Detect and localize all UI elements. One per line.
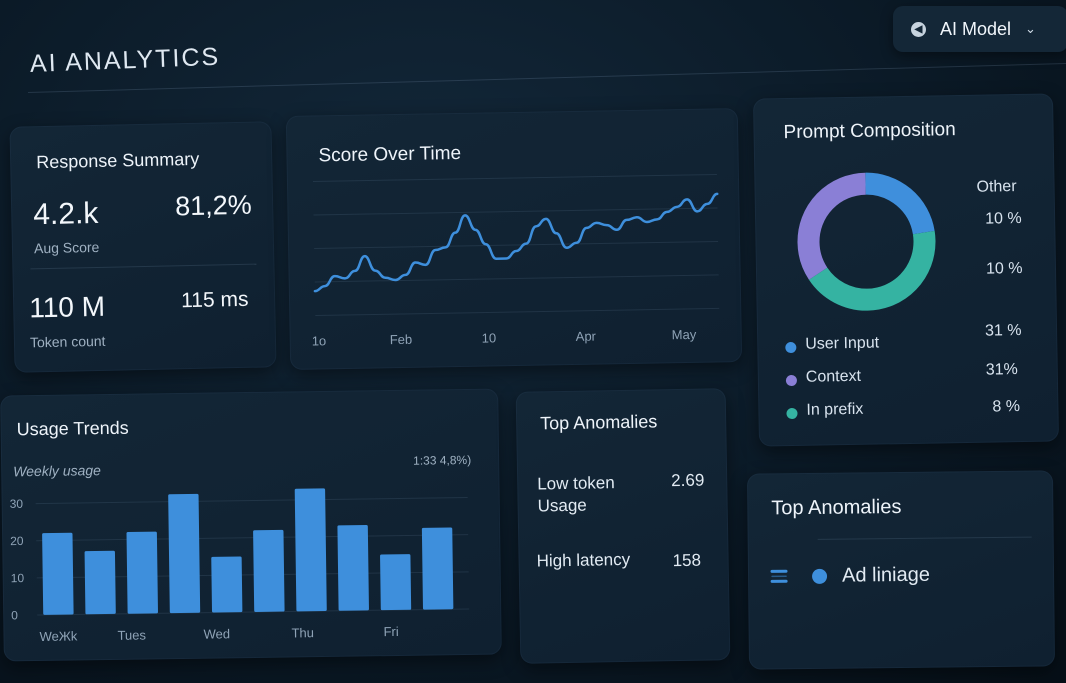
anomaly-label: Low token Usage <box>537 472 615 517</box>
legend-dot-in-prefix <box>786 407 798 420</box>
top-anomalies-card: Top Anomalies Low token Usage 2.69 High … <box>515 388 731 664</box>
legend-value: 8 % <box>992 398 1021 416</box>
pct-1: 10 % <box>984 209 1022 228</box>
card-title: Prompt Composition <box>783 119 956 144</box>
y-tick-label: 10 <box>11 571 25 585</box>
legend-label: Context <box>805 367 862 386</box>
x-tick-label: Feb <box>390 332 413 347</box>
usage-bar <box>42 532 74 615</box>
response-summary-card: Response Summary 4.2.k 81,2% Aug Score 1… <box>9 121 277 373</box>
model-selector-label: AI Model <box>940 18 1012 39</box>
score-value: 4.2.k <box>32 196 99 232</box>
anomaly-value: 158 <box>672 550 702 571</box>
y-tick-label: 0 <box>11 608 18 622</box>
usage-bar <box>84 550 116 615</box>
usage-bar <box>126 531 158 614</box>
y-tick-label: 20 <box>10 534 24 548</box>
status-dot-icon <box>811 568 828 584</box>
usage-bar <box>421 527 454 610</box>
app-title: AI ANALYTICS <box>29 42 221 78</box>
grid-line <box>315 307 720 316</box>
card-title: Top Anomalies <box>540 411 658 434</box>
card-title: Top Anomalies <box>771 495 902 520</box>
anomaly-label-line: Usage <box>537 495 587 516</box>
card-title: Score Over Time <box>318 142 462 167</box>
anomaly-item-label: Ad liniage <box>841 563 931 587</box>
x-tick-label: 10 <box>482 330 497 345</box>
legend-value: 31% <box>985 361 1018 379</box>
legend-dot-user-input <box>785 341 797 354</box>
card-title: Usage Trends <box>16 417 129 440</box>
score-label: Aug Score <box>33 238 100 257</box>
chevron-down-icon[interactable]: ⌄ <box>1025 21 1036 37</box>
divider <box>30 263 257 270</box>
top-anomalies-card-2: Top Anomalies Ad liniage <box>746 470 1056 670</box>
other-label: Other <box>976 178 1017 196</box>
tokens-label: Token count <box>29 332 106 351</box>
grid-line <box>314 240 719 249</box>
card-title: Response Summary <box>35 148 200 173</box>
grid-line <box>312 173 717 182</box>
back-arrow-icon[interactable]: ◀ <box>911 21 926 37</box>
latency-value: 115 ms <box>180 287 249 313</box>
divider <box>817 536 1032 540</box>
composition-donut-chart <box>797 172 936 311</box>
x-tick-label: 1o <box>312 333 327 348</box>
x-tick-label: Tues <box>117 627 146 642</box>
usage-stat: 1:33 4,8%) <box>413 452 472 468</box>
list-icon[interactable] <box>770 567 788 585</box>
grid-line <box>36 534 469 542</box>
x-tick-label: WeЖk <box>39 628 77 644</box>
grid-line <box>313 207 718 216</box>
x-tick-label: Apr <box>576 329 597 344</box>
anomaly-label: High latency <box>536 549 631 571</box>
anomaly-value: 2.69 <box>671 470 705 491</box>
usage-bar-chart: 0 10 20 30 WeЖk Tues Wed Thu Fri <box>10 488 470 644</box>
tokens-value: 110 M <box>28 290 106 324</box>
x-tick-label: May <box>672 327 697 342</box>
usage-bar <box>253 529 285 612</box>
usage-bar <box>168 493 201 614</box>
usage-bar <box>380 554 412 611</box>
x-tick-label: Thu <box>291 625 314 640</box>
legend-label: In prefix <box>806 400 864 419</box>
legend-dot-context <box>785 374 798 387</box>
x-tick-label: Fri <box>383 624 398 639</box>
legend-label: User Input <box>805 334 880 353</box>
usage-bar <box>211 556 243 613</box>
percent-value: 81,2% <box>174 189 253 222</box>
y-tick-label: 30 <box>10 497 24 511</box>
usage-bar <box>337 524 369 611</box>
grid-line <box>35 497 468 505</box>
legend-value: 31 % <box>984 321 1022 340</box>
dashboard: AI ANALYTICS ◀ AI Model ⌄ Response Summa… <box>0 0 1066 683</box>
prompt-composition-card: Prompt Composition Other 10 % 10 % User … <box>752 93 1060 447</box>
pct-2: 10 % <box>985 259 1023 278</box>
score-over-time-card: Score Over Time 1o Feb 10 Apr May <box>285 108 743 370</box>
usage-bar <box>294 488 327 612</box>
model-selector[interactable]: ◀ AI Model ⌄ <box>893 6 1066 52</box>
x-tick-label: Wed <box>203 626 230 641</box>
anomaly-label-line: Low token <box>537 473 615 494</box>
usage-subtitle: Weekly usage <box>13 462 102 480</box>
usage-trends-card: Usage Trends Weekly usage 1:33 4,8%) 0 10… <box>0 388 502 662</box>
grid-line <box>314 274 719 283</box>
score-line-chart: 1o Feb 10 Apr May <box>312 173 720 349</box>
